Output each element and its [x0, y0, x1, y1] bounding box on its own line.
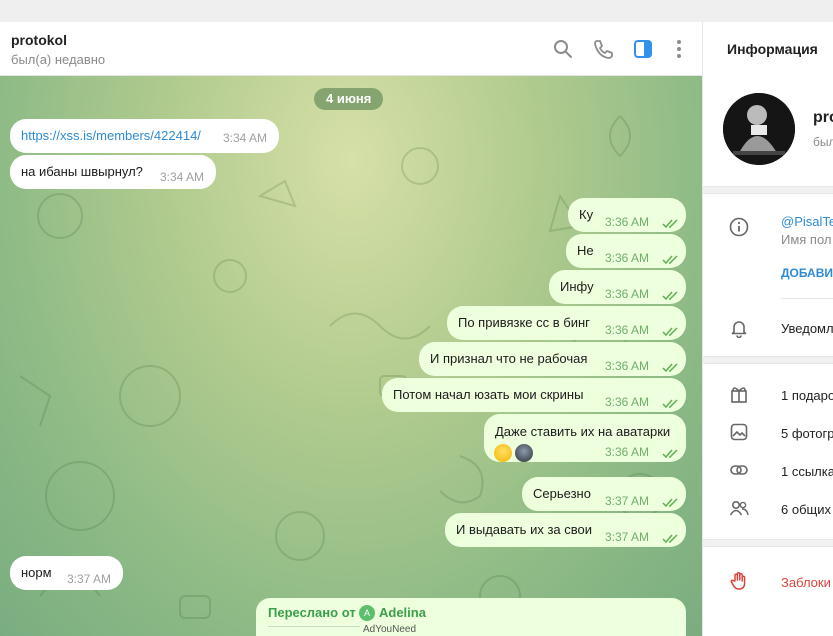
read-checkmarks-icon [662, 327, 678, 337]
message-text: Даже ставить их на аватарки [495, 424, 671, 439]
message-text: И признал что не рабочая [430, 351, 588, 366]
read-checkmarks-icon [662, 291, 678, 301]
message-bubble-outgoing[interactable]: И признал что не рабочая 3:36 AM [419, 342, 686, 376]
block-user-button[interactable]: Заблоки [781, 575, 831, 590]
info-sidebar: Информация pro был @PisalTe Имя пол ДОБА… [702, 22, 833, 636]
read-checkmarks-icon [662, 363, 678, 373]
message-text: И выдавать их за свои [456, 522, 592, 537]
username-caption: Имя пол [781, 232, 832, 247]
message-time: 3:34 AM [223, 131, 268, 145]
add-contact-button[interactable]: ДОБАВИ [781, 266, 833, 280]
message-time: 3:36 AM [605, 395, 650, 409]
read-checkmarks-icon [662, 255, 678, 265]
message-bubble-outgoing[interactable]: По привязке сс в бинг 3:36 AM [447, 306, 686, 340]
message-bubble-outgoing[interactable]: И выдавать их за свои 3:37 AM [445, 513, 686, 547]
sidebar-toggle-icon[interactable] [632, 38, 654, 60]
read-checkmarks-icon [662, 498, 678, 508]
message-link[interactable]: https://xss.is/members/422414/ [21, 119, 201, 153]
groups-icon [729, 500, 749, 516]
message-list[interactable]: 4 июня https://xss.is/members/422414/ 3:… [0, 76, 702, 636]
photo-icon [730, 423, 748, 441]
message-text: Потом начал юзать мои скрины [393, 387, 584, 402]
profile-status: был [813, 135, 833, 149]
gift-icon [731, 387, 747, 403]
forward-source-avatar[interactable]: A [359, 605, 375, 621]
chat-title[interactable]: protokol [11, 32, 67, 48]
message-text: Серьезно [533, 486, 591, 501]
grinning-face-emoji [494, 444, 512, 462]
username-link[interactable]: @PisalTe [781, 214, 833, 229]
sidebar-title: Информация [727, 41, 818, 57]
forward-preview-text: AdYouNeed [363, 624, 417, 635]
section-divider [703, 539, 833, 547]
date-separator: 4 июня [314, 88, 384, 110]
forwarded-message[interactable]: Переслано от A Adelina AdYouNeed [256, 598, 686, 636]
message-time: 3:36 AM [605, 323, 650, 337]
emoji-row [494, 444, 533, 462]
block-hand-icon [730, 572, 746, 590]
custom-sticker-emoji [515, 444, 533, 462]
profile-avatar[interactable] [723, 93, 795, 165]
info-icon [729, 217, 749, 237]
message-text: на ибаны швырнул? [21, 164, 143, 179]
message-text: По привязке сс в бинг [458, 315, 590, 330]
notifications-toggle[interactable]: Уведомл [781, 321, 833, 336]
read-checkmarks-icon [662, 449, 678, 459]
message-bubble-outgoing[interactable]: Потом начал юзать мои скрины 3:36 AM [382, 378, 686, 412]
message-time: 3:36 AM [605, 445, 650, 459]
message-time: 3:36 AM [605, 215, 650, 229]
chat-header: protokol был(а) недавно [0, 22, 702, 76]
message-bubble-incoming[interactable]: https://xss.is/members/422414/ 3:34 AM [10, 119, 279, 153]
message-time: 3:36 AM [605, 251, 650, 265]
photos-item[interactable]: 5 фотогр [781, 426, 833, 441]
forward-preview-divider [268, 626, 360, 634]
message-text: Инфу [560, 279, 594, 294]
message-time: 3:36 AM [605, 359, 650, 373]
profile-name: pro [813, 109, 833, 126]
read-checkmarks-icon [662, 219, 678, 229]
profile-photo-image [723, 93, 795, 165]
message-bubble-outgoing[interactable]: Не 3:36 AM [566, 234, 686, 268]
gifts-item[interactable]: 1 подаро [781, 388, 833, 403]
message-time: 3:34 AM [160, 170, 205, 184]
message-text: норм [21, 565, 52, 580]
message-text: Не [577, 243, 594, 258]
more-menu-icon[interactable] [668, 38, 690, 60]
common-groups-item[interactable]: 6 общих [781, 502, 831, 517]
window-top-strip [0, 0, 833, 22]
section-divider [703, 186, 833, 194]
chat-status: был(а) недавно [11, 52, 106, 67]
message-time: 3:36 AM [605, 287, 650, 301]
message-bubble-outgoing[interactable]: Даже ставить их на аватарки 3:36 AM [484, 414, 686, 462]
forwarded-label: Переслано от [268, 605, 356, 620]
message-bubble-outgoing[interactable]: Инфу 3:36 AM [549, 270, 686, 304]
links-item[interactable]: 1 ссылка [781, 464, 833, 479]
message-text: Ку [579, 207, 594, 222]
link-icon [730, 465, 748, 475]
message-bubble-outgoing[interactable]: Ку 3:36 AM [568, 198, 686, 232]
message-bubble-incoming[interactable]: на ибаны швырнул? 3:34 AM [10, 155, 216, 189]
search-icon[interactable] [552, 38, 574, 60]
message-bubble-outgoing[interactable]: Серьезно 3:37 AM [522, 477, 686, 511]
read-checkmarks-icon [662, 399, 678, 409]
row-separator [781, 298, 833, 299]
read-checkmarks-icon [662, 534, 678, 544]
message-time: 3:37 AM [605, 494, 650, 508]
message-time: 3:37 AM [605, 530, 650, 544]
forward-source-name[interactable]: Adelina [379, 605, 426, 620]
bell-icon [731, 321, 747, 338]
section-divider [703, 356, 833, 364]
message-time: 3:37 AM [67, 572, 112, 586]
message-bubble-incoming[interactable]: норм 3:37 AM [10, 556, 123, 590]
phone-icon[interactable] [592, 38, 614, 60]
